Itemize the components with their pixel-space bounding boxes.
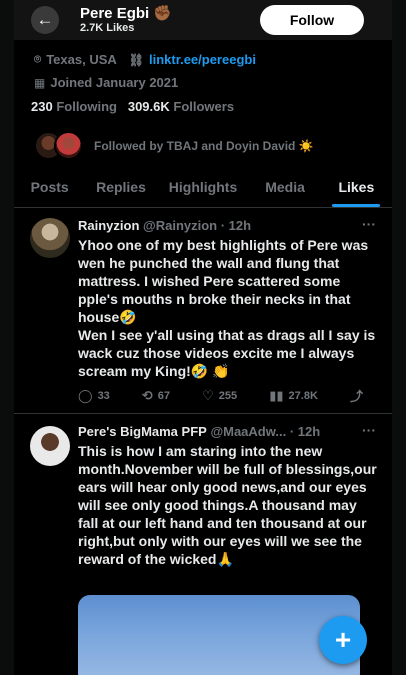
author-handle[interactable]: @Rainyzion bbox=[143, 218, 217, 233]
views-count: 27.8K bbox=[288, 389, 318, 402]
profile-link[interactable]: linktr.ee/pereegbi bbox=[149, 52, 256, 67]
compose-button[interactable]: + bbox=[319, 616, 367, 664]
repost-count: 67 bbox=[157, 389, 171, 402]
fist-emoji-icon: ✊🏾 bbox=[153, 5, 173, 22]
reply-button[interactable]: ◯ 33 bbox=[78, 386, 110, 405]
author-name[interactable]: Rainyzion bbox=[78, 218, 139, 233]
following-label: Following bbox=[56, 99, 117, 114]
plus-icon: + bbox=[334, 624, 352, 655]
followed-by[interactable]: Followed by TBAJ and Doyin David ☀️ bbox=[34, 130, 314, 162]
like-count: 255 bbox=[218, 389, 238, 402]
profile-title: Pere Egbi ✊🏾 2.7K Likes bbox=[80, 6, 172, 35]
follow-stats: 230 Following 309.6K Followers bbox=[31, 99, 234, 114]
profile-name: Pere Egbi bbox=[80, 5, 150, 22]
avatar bbox=[54, 131, 83, 160]
followers-count: 309.6K bbox=[127, 99, 170, 114]
tab-replies[interactable]: Replies bbox=[85, 170, 156, 207]
author-handle[interactable]: @MaaAdw... bbox=[210, 424, 286, 439]
tweet-header: Pere's BigMama PFP @MaaAdw... · 12h bbox=[78, 424, 320, 439]
tweet-1[interactable]: Rainyzion @Rainyzion · 12h ··· Yhoo one … bbox=[14, 208, 392, 413]
followers-label: Followers bbox=[173, 99, 235, 114]
tweet-time: · 12h bbox=[289, 424, 321, 439]
tab-posts[interactable]: Posts bbox=[14, 170, 85, 207]
repost-icon: ⟲ bbox=[141, 387, 153, 403]
tab-highlights[interactable]: Highlights bbox=[157, 170, 250, 207]
top-bar: ← Pere Egbi ✊🏾 2.7K Likes Follow bbox=[14, 0, 392, 40]
back-arrow-icon: ← bbox=[36, 10, 54, 29]
tab-media[interactable]: Media bbox=[249, 170, 320, 207]
avatar[interactable] bbox=[30, 426, 70, 466]
joined-text: Joined January 2021 bbox=[50, 75, 179, 90]
follow-button[interactable]: Follow bbox=[260, 5, 364, 35]
views-icon: ▮▮ bbox=[269, 387, 284, 403]
reply-icon: ◯ bbox=[78, 387, 93, 403]
tweet-actions: ◯ 33 ⟲ 67 ♡ 255 ▮▮ 27.8K ⤴ bbox=[78, 386, 368, 405]
location-pin-icon: ⌾ bbox=[34, 52, 42, 66]
likes-count: 2.7K Likes bbox=[80, 22, 135, 34]
followed-by-text: Followed by TBAJ and Doyin David ☀️ bbox=[94, 139, 314, 153]
repost-button[interactable]: ⟲ 67 bbox=[142, 386, 170, 405]
meta-row-joined: ▦ Joined January 2021 bbox=[34, 75, 178, 90]
share-icon: ⤴ bbox=[349, 389, 363, 404]
share-button[interactable]: ⤴ bbox=[350, 386, 368, 405]
tweet-media-image[interactable] bbox=[78, 595, 360, 675]
calendar-icon: ▦ bbox=[34, 75, 46, 90]
profile-tabs: Posts Replies Highlights Media Likes bbox=[14, 170, 392, 208]
profile-screen: ← Pere Egbi ✊🏾 2.7K Likes Follow ⌾ Texas… bbox=[14, 0, 392, 675]
like-icon: ♡ bbox=[202, 387, 214, 403]
followers-link[interactable]: 309.6K Followers bbox=[128, 99, 234, 114]
author-name[interactable]: Pere's BigMama PFP bbox=[78, 424, 207, 439]
more-icon[interactable]: ··· bbox=[362, 216, 376, 232]
back-button[interactable]: ← bbox=[31, 6, 59, 34]
reply-count: 33 bbox=[97, 389, 110, 402]
location-text: Texas, USA bbox=[46, 52, 117, 67]
tweet-text: Yhoo one of my best highlights of Pere w… bbox=[78, 237, 376, 379]
link-icon: ⛓ bbox=[128, 52, 145, 67]
more-icon[interactable]: ··· bbox=[362, 422, 376, 438]
following-count: 230 bbox=[31, 99, 53, 114]
tweet-text: This is how I am staring into the new mo… bbox=[78, 443, 377, 567]
following-link[interactable]: 230 Following bbox=[31, 99, 121, 114]
meta-row-location-link: ⌾ Texas, USA ⛓ linktr.ee/pereegbi bbox=[34, 52, 256, 67]
follower-avatars bbox=[34, 130, 86, 162]
like-button[interactable]: ♡ 255 bbox=[202, 386, 237, 405]
views-button[interactable]: ▮▮ 27.8K bbox=[269, 386, 318, 405]
tweet-header: Rainyzion @Rainyzion · 12h bbox=[78, 218, 251, 233]
avatar[interactable] bbox=[30, 218, 70, 258]
tweet-time: · 12h bbox=[220, 218, 252, 233]
tab-likes[interactable]: Likes bbox=[321, 170, 392, 207]
